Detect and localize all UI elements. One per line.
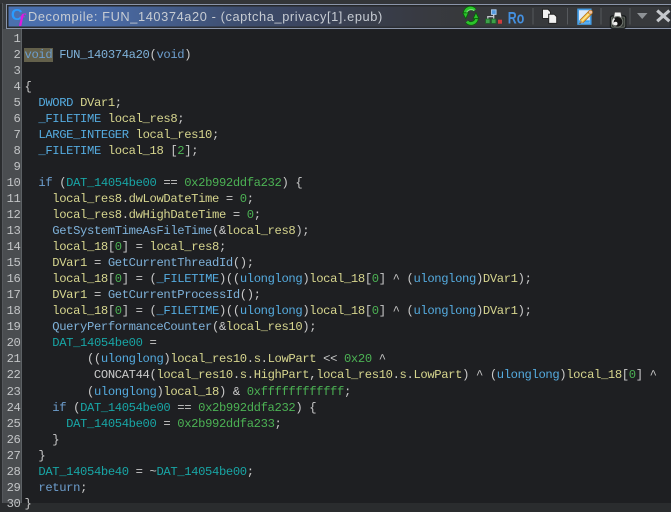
svg-text:Ro: Ro	[508, 8, 525, 27]
